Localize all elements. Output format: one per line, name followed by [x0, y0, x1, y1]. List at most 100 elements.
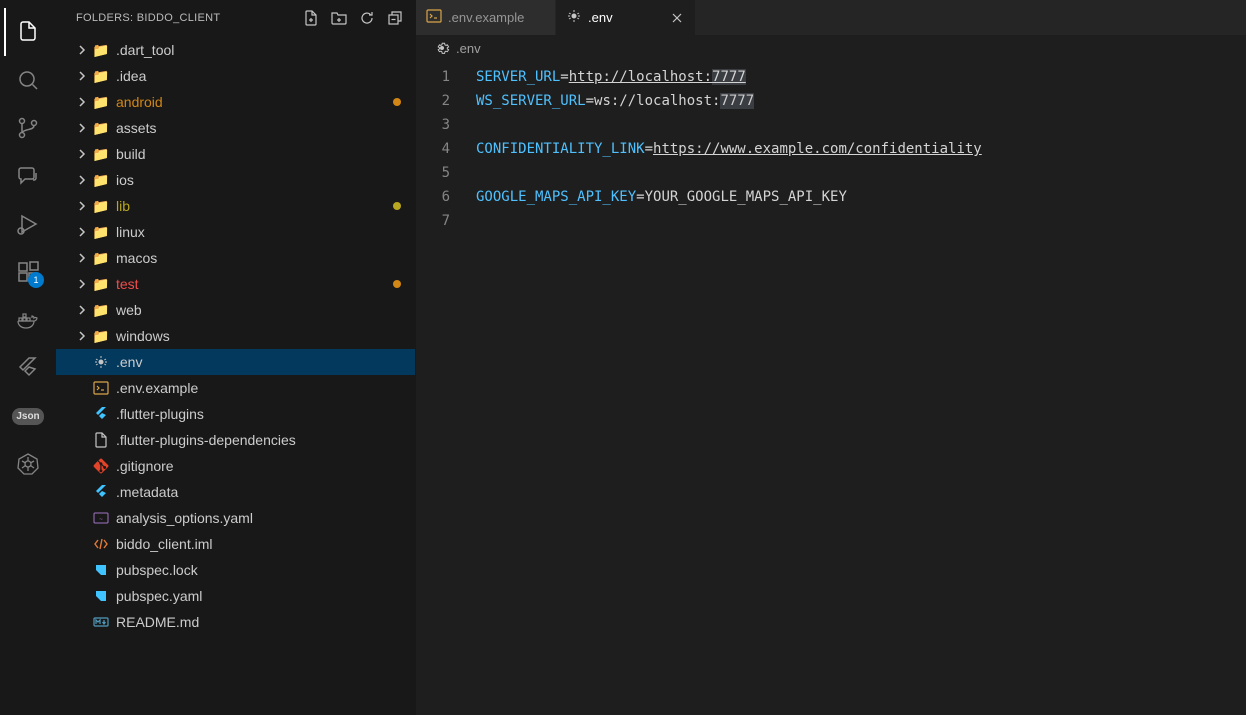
folder-label: .dart_tool — [116, 42, 401, 58]
source-control-button[interactable] — [4, 104, 52, 152]
refresh-icon[interactable] — [359, 10, 375, 26]
search-icon — [16, 68, 40, 92]
close-icon[interactable] — [669, 10, 685, 26]
folder-label: linux — [116, 224, 401, 240]
chevron-right-icon — [76, 44, 92, 56]
chat-button[interactable] — [4, 152, 52, 200]
tab-.env.example[interactable]: .env.example — [416, 0, 556, 35]
folder-label: web — [116, 302, 401, 318]
folder-linux[interactable]: 📁linux — [56, 219, 415, 245]
kubernetes-button[interactable] — [4, 440, 52, 488]
json-button[interactable]: Json — [4, 392, 52, 440]
file-.env[interactable]: .env — [56, 349, 415, 375]
folder-android[interactable]: 📁 android — [56, 89, 415, 115]
folder-.idea[interactable]: 📁.idea — [56, 63, 415, 89]
file-analysis_options.yaml[interactable]: ~analysis_options.yaml — [56, 505, 415, 531]
folder-windows[interactable]: 📁windows — [56, 323, 415, 349]
folder-ios[interactable]: 📁ios — [56, 167, 415, 193]
file-biddo_client.iml[interactable]: biddo_client.iml — [56, 531, 415, 557]
folder-icon: 📁 — [92, 171, 110, 189]
file-label: pubspec.yaml — [116, 588, 401, 604]
folder-label: .idea — [116, 68, 401, 84]
code-line-7[interactable] — [476, 209, 1246, 233]
file-.gitignore[interactable]: .gitignore — [56, 453, 415, 479]
flutter-icon — [16, 356, 40, 380]
file-label: biddo_client.iml — [116, 536, 401, 552]
file-icon — [92, 587, 110, 605]
tab-label: .env.example — [448, 10, 524, 25]
file-label: .flutter-plugins-dependencies — [116, 432, 401, 448]
folder-test[interactable]: 📁 test — [56, 271, 415, 297]
file-icon — [92, 431, 110, 449]
code-line-6[interactable]: GOOGLE_MAPS_API_KEY=YOUR_GOOGLE_MAPS_API… — [476, 185, 1246, 209]
sidebar-title: FOLDERS: BIDDO_CLIENT — [76, 12, 220, 24]
flutter-button[interactable] — [4, 344, 52, 392]
folder-macos[interactable]: 📁macos — [56, 245, 415, 271]
code-line-2[interactable]: WS_SERVER_URL=ws://localhost:7777 — [476, 89, 1246, 113]
file-.env.example[interactable]: .env.example — [56, 375, 415, 401]
file-.metadata[interactable]: .metadata — [56, 479, 415, 505]
code-line-4[interactable]: CONFIDENTIALITY_LINK=https://www.example… — [476, 137, 1246, 161]
chevron-right-icon — [76, 226, 92, 238]
file-icon — [92, 353, 110, 371]
file-label: README.md — [116, 614, 401, 630]
folder-icon: 📁 — [92, 275, 110, 293]
code-lines[interactable]: SERVER_URL=http://localhost:7777WS_SERVE… — [476, 65, 1246, 715]
chevron-right-icon — [76, 148, 92, 160]
tab-file-icon — [426, 8, 442, 27]
folder-icon: 📁 — [92, 93, 110, 111]
line-gutter: 1234567 — [416, 65, 476, 715]
docker-button[interactable] — [4, 296, 52, 344]
extensions-badge: 1 — [28, 272, 44, 288]
folder-web[interactable]: 📁web — [56, 297, 415, 323]
file-pubspec.lock[interactable]: pubspec.lock — [56, 557, 415, 583]
files-icon — [16, 20, 40, 44]
code-line-3[interactable] — [476, 113, 1246, 137]
breadcrumb[interactable]: .env — [416, 35, 1246, 61]
folder-icon: 📁 — [92, 197, 110, 215]
new-file-icon[interactable] — [303, 10, 319, 26]
search-button[interactable] — [4, 56, 52, 104]
file-.flutter-plugins[interactable]: .flutter-plugins — [56, 401, 415, 427]
file-icon — [92, 379, 110, 397]
folder-icon: 📁 — [92, 119, 110, 137]
folder-label: android — [116, 94, 393, 110]
editor-tabs: .env.example .env — [416, 0, 1246, 35]
tab-file-icon — [566, 8, 582, 27]
file-icon — [92, 483, 110, 501]
gear-icon — [434, 40, 450, 56]
file-pubspec.yaml[interactable]: pubspec.yaml — [56, 583, 415, 609]
file-README.md[interactable]: README.md — [56, 609, 415, 635]
tab-.env[interactable]: .env — [556, 0, 696, 35]
svg-text:~: ~ — [99, 517, 103, 523]
file-icon: ~ — [92, 509, 110, 527]
run-debug-button[interactable] — [4, 200, 52, 248]
explorer-sidebar: FOLDERS: BIDDO_CLIENT 📁.dart_tool📁.idea📁… — [56, 0, 416, 715]
folder-lib[interactable]: 📁lib — [56, 193, 415, 219]
file-tree[interactable]: 📁.dart_tool📁.idea📁android📁assets📁build📁i… — [56, 35, 415, 715]
file-label: .metadata — [116, 484, 401, 500]
play-bug-icon — [16, 212, 40, 236]
new-folder-icon[interactable] — [331, 10, 347, 26]
code-line-1[interactable]: SERVER_URL=http://localhost:7777 — [476, 65, 1246, 89]
chevron-right-icon — [76, 200, 92, 212]
folder-build[interactable]: 📁build — [56, 141, 415, 167]
file-icon — [92, 457, 110, 475]
collapse-all-icon[interactable] — [387, 10, 403, 26]
code-editor[interactable]: 1234567 SERVER_URL=http://localhost:7777… — [416, 61, 1246, 715]
json-icon: Json — [12, 408, 43, 425]
chevron-right-icon — [76, 278, 92, 290]
code-line-5[interactable] — [476, 161, 1246, 185]
file-.flutter-plugins-dependencies[interactable]: .flutter-plugins-dependencies — [56, 427, 415, 453]
folder-icon: 📁 — [92, 41, 110, 59]
editor-area: .env.example .env .env 1234567 SERVER_URL… — [416, 0, 1246, 715]
explorer-button[interactable] — [4, 8, 52, 56]
tab-label: .env — [588, 10, 613, 25]
folder-label: test — [116, 276, 393, 292]
folder-.dart_tool[interactable]: 📁 .dart_tool — [56, 37, 415, 63]
extensions-button[interactable]: 1 — [4, 248, 52, 296]
folder-assets[interactable]: 📁assets — [56, 115, 415, 141]
file-icon — [92, 613, 110, 631]
file-label: pubspec.lock — [116, 562, 401, 578]
branch-icon — [16, 116, 40, 140]
